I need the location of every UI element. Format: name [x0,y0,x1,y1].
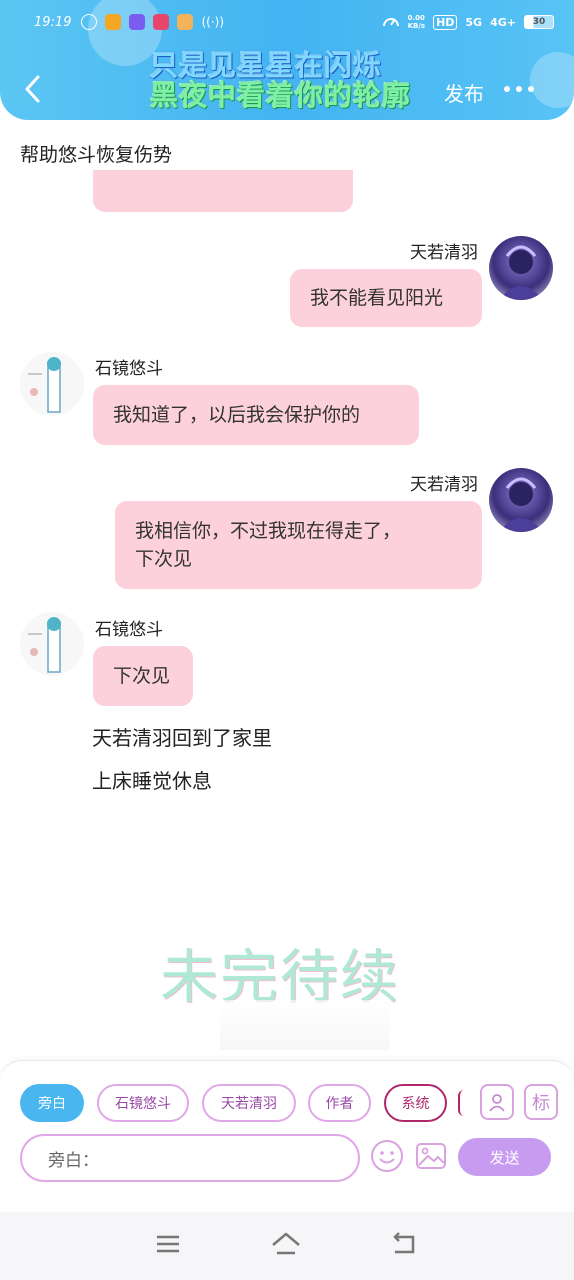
more-chips-indicator [458,1090,464,1116]
message-line: 我相信你，不过我现在得走了， [135,520,402,542]
message-bubble: 我相信你，不过我现在得走了， 下次见 [115,501,482,589]
speedometer-icon [382,13,400,32]
avatar[interactable] [20,352,84,416]
system-nav-bar [0,1212,574,1280]
avatar[interactable] [20,612,84,676]
signal-5g: 5G [465,15,483,29]
decor-bubble [530,52,574,108]
menu-button[interactable] [155,1233,181,1259]
dot-icon [504,86,510,92]
image-icon [416,1143,446,1169]
app-notification-icon [153,14,170,30]
role-chip-shijing[interactable]: 石镜悠斗 [97,1084,189,1122]
net-speed: 0.00 KB/s [407,14,426,30]
hd-badge: HD [433,14,458,30]
speaker-name: 石镜悠斗 [95,620,163,640]
role-chip-author[interactable]: 作者 [308,1084,371,1122]
menu-icon [156,1235,179,1253]
app-notification-icon [129,14,146,30]
story-title: 帮助悠斗恢复伤势 [20,144,173,166]
chevron-left-icon [25,75,40,103]
person-icon [489,1094,505,1112]
lyric-overlay-line2: 黑夜中看着你的轮廓 [150,79,412,112]
to-be-continued-image: 未完待续 [160,930,450,1050]
battery-icon: 30 [524,15,554,29]
speaker-name: 天若清羽 [410,475,478,495]
smiley-icon [371,1140,403,1172]
message-bubble: 我知道了，以后我会保护你的 [93,385,419,445]
hotspot-icon: ((·)) [201,15,225,29]
message-bubble: 我不能看见阳光 [290,269,482,327]
avatar[interactable] [489,468,553,532]
emoji-button[interactable] [370,1138,404,1174]
tag-button[interactable]: 标 [524,1084,558,1120]
avatar[interactable] [489,236,553,300]
return-icon [393,1232,415,1254]
status-bar: 19:19 ((·)) 0.00 KB/s HD 5G 4G+ 30 [0,8,574,36]
role-chip-narrator[interactable]: 旁白 [20,1084,84,1122]
dot-icon [516,86,522,92]
narration-text: 上床睡觉休息 [92,769,212,793]
watermark-shadow [220,1000,390,1050]
message-line: 下次见 [135,548,193,570]
notification-k-icon [81,14,98,30]
role-chip-tianruo[interactable]: 天若清羽 [202,1084,296,1122]
more-options-button[interactable] [504,86,534,92]
app-notification-icon [105,14,122,30]
narration-text: 天若清羽回到了家里 [92,726,272,750]
image-button[interactable] [414,1138,448,1174]
message-input[interactable]: 旁白： [20,1134,360,1182]
role-chip-system[interactable]: 系统 [384,1084,447,1122]
app-notification-icon [177,14,194,30]
speaker-name: 天若清羽 [410,243,478,263]
signal-4g: 4G+ [490,15,516,29]
publish-button[interactable]: 发布 [444,78,484,107]
top-header: 19:19 ((·)) 0.00 KB/s HD 5G 4G+ 30 只是见星星… [0,0,574,120]
speaker-name: 石镜悠斗 [95,359,163,379]
home-button[interactable] [270,1231,302,1261]
add-character-button[interactable] [480,1084,514,1120]
message-bubble-cutoff [93,170,353,212]
clock: 19:19 [34,14,72,30]
dot-icon [528,86,534,92]
message-bubble: 下次见 [93,646,193,706]
back-nav-button[interactable] [391,1232,419,1260]
send-button[interactable]: 发送 [458,1138,551,1176]
home-icon [272,1232,300,1255]
back-button[interactable] [18,72,46,106]
